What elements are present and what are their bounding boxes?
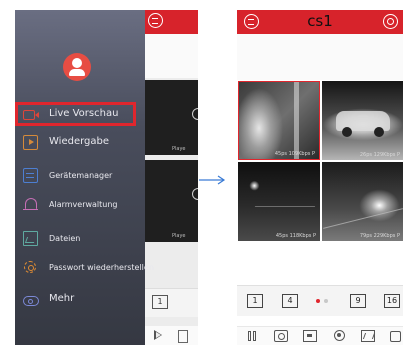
record-icon[interactable] — [303, 330, 317, 342]
layout-1-button[interactable]: 1 — [152, 295, 168, 309]
camera-tile-3[interactable]: 45ps 118Kbps P — [238, 162, 320, 241]
background-camera-tile[interactable]: Playe — [144, 80, 198, 155]
left-phone-screen: Playe Playe 1 Live Vorschau Wiedergabe G… — [15, 10, 198, 345]
files-icon — [23, 231, 38, 246]
layout-4-button[interactable]: 4 — [282, 294, 298, 308]
toolbar-area — [237, 34, 403, 80]
camera-feed-detail — [294, 82, 299, 159]
camera-icon[interactable] — [274, 330, 288, 342]
page-title: cs1 — [307, 12, 333, 30]
live-view-icon — [23, 107, 39, 122]
menu-item-files[interactable]: Dateien — [15, 228, 145, 250]
cloud-icon — [23, 292, 39, 307]
arrow-right-icon — [199, 175, 226, 185]
background-page-strip: 1 — [142, 288, 198, 317]
layout-1-button[interactable]: 1 — [247, 294, 263, 308]
camera-tile-1[interactable]: 45ps 109Kbps P — [238, 81, 320, 160]
layout-icon[interactable] — [361, 330, 375, 342]
live-view-header: cs1 — [237, 10, 403, 34]
menu-item-label: Gerätemanager — [49, 171, 113, 180]
navigation-drawer: Live Vorschau Wiedergabe Gerätemanager A… — [15, 10, 154, 345]
menu-item-device-manager[interactable]: Gerätemanager — [15, 165, 145, 187]
camera-feed-detail — [342, 127, 352, 137]
layout-pagination: 1 4 9 16 — [237, 285, 403, 316]
camera-stats-label: 45ps 109Kbps P — [274, 151, 315, 157]
camera-tile-2[interactable]: 26ps 129Kbps P — [322, 81, 403, 160]
bell-icon — [23, 197, 38, 212]
menu-item-live-preview[interactable]: Live Vorschau — [15, 104, 145, 126]
menu-item-label: Passwort wiederherstellen — [49, 263, 154, 272]
circle-icon — [192, 188, 198, 200]
menu-item-label: Alarmverwaltung — [49, 200, 118, 209]
camera-stats-label: 26ps 129Kbps P — [359, 152, 400, 158]
user-avatar-icon[interactable] — [63, 53, 91, 81]
layout-16-button[interactable]: 16 — [384, 294, 400, 308]
background-header — [142, 10, 198, 34]
bottom-toolbar — [237, 326, 403, 345]
page-dot[interactable] — [324, 299, 328, 303]
menu-item-playback[interactable]: Wiedergabe — [15, 132, 145, 154]
background-bottom-bar — [142, 326, 198, 345]
camera-stats-label: 45ps 118Kbps P — [275, 233, 316, 239]
pause-icon[interactable] — [245, 330, 259, 342]
background-live-view: Playe Playe 1 — [142, 10, 198, 345]
play-icon[interactable] — [154, 330, 162, 340]
device-manager-icon — [23, 168, 38, 183]
camera-tile-4[interactable]: 79ps 229Kbps P — [322, 162, 403, 241]
menu-item-label: Mehr — [49, 293, 75, 304]
tile-label: Playe — [172, 146, 186, 152]
camera-feed — [322, 162, 403, 241]
settings-icon[interactable] — [383, 14, 398, 29]
circle-icon — [192, 108, 198, 120]
menu-item-label: Live Vorschau — [49, 108, 119, 119]
playback-icon — [23, 135, 38, 150]
background-camera-tile[interactable]: Playe — [144, 160, 198, 242]
menu-item-password-recovery[interactable]: Passwort wiederherstellen — [15, 257, 154, 279]
menu-item-alarm[interactable]: Alarmverwaltung — [15, 194, 145, 216]
right-phone-screen: cs1 45ps 109Kbps P 26ps 129Kbps P 45ps 1… — [237, 10, 403, 345]
menu-item-label: Wiedergabe — [49, 136, 110, 147]
gear-icon — [23, 260, 38, 275]
ptz-icon[interactable] — [332, 330, 346, 342]
more-icon[interactable] — [388, 330, 402, 342]
menu-icon[interactable] — [148, 13, 163, 28]
menu-item-more[interactable]: Mehr — [15, 289, 145, 311]
camera-stats-label: 79ps 229Kbps P — [359, 233, 400, 239]
camera-grid: 45ps 109Kbps P 26ps 129Kbps P 45ps 118Kb… — [238, 81, 403, 242]
page-dot-active[interactable] — [316, 299, 320, 303]
camera-feed-detail — [374, 127, 384, 137]
camera-feed — [239, 82, 319, 159]
tile-label: Playe — [172, 233, 186, 239]
document-icon[interactable] — [178, 330, 188, 343]
background-toolbar — [142, 34, 198, 78]
layout-9-button[interactable]: 9 — [350, 294, 366, 308]
menu-item-label: Dateien — [49, 234, 81, 243]
